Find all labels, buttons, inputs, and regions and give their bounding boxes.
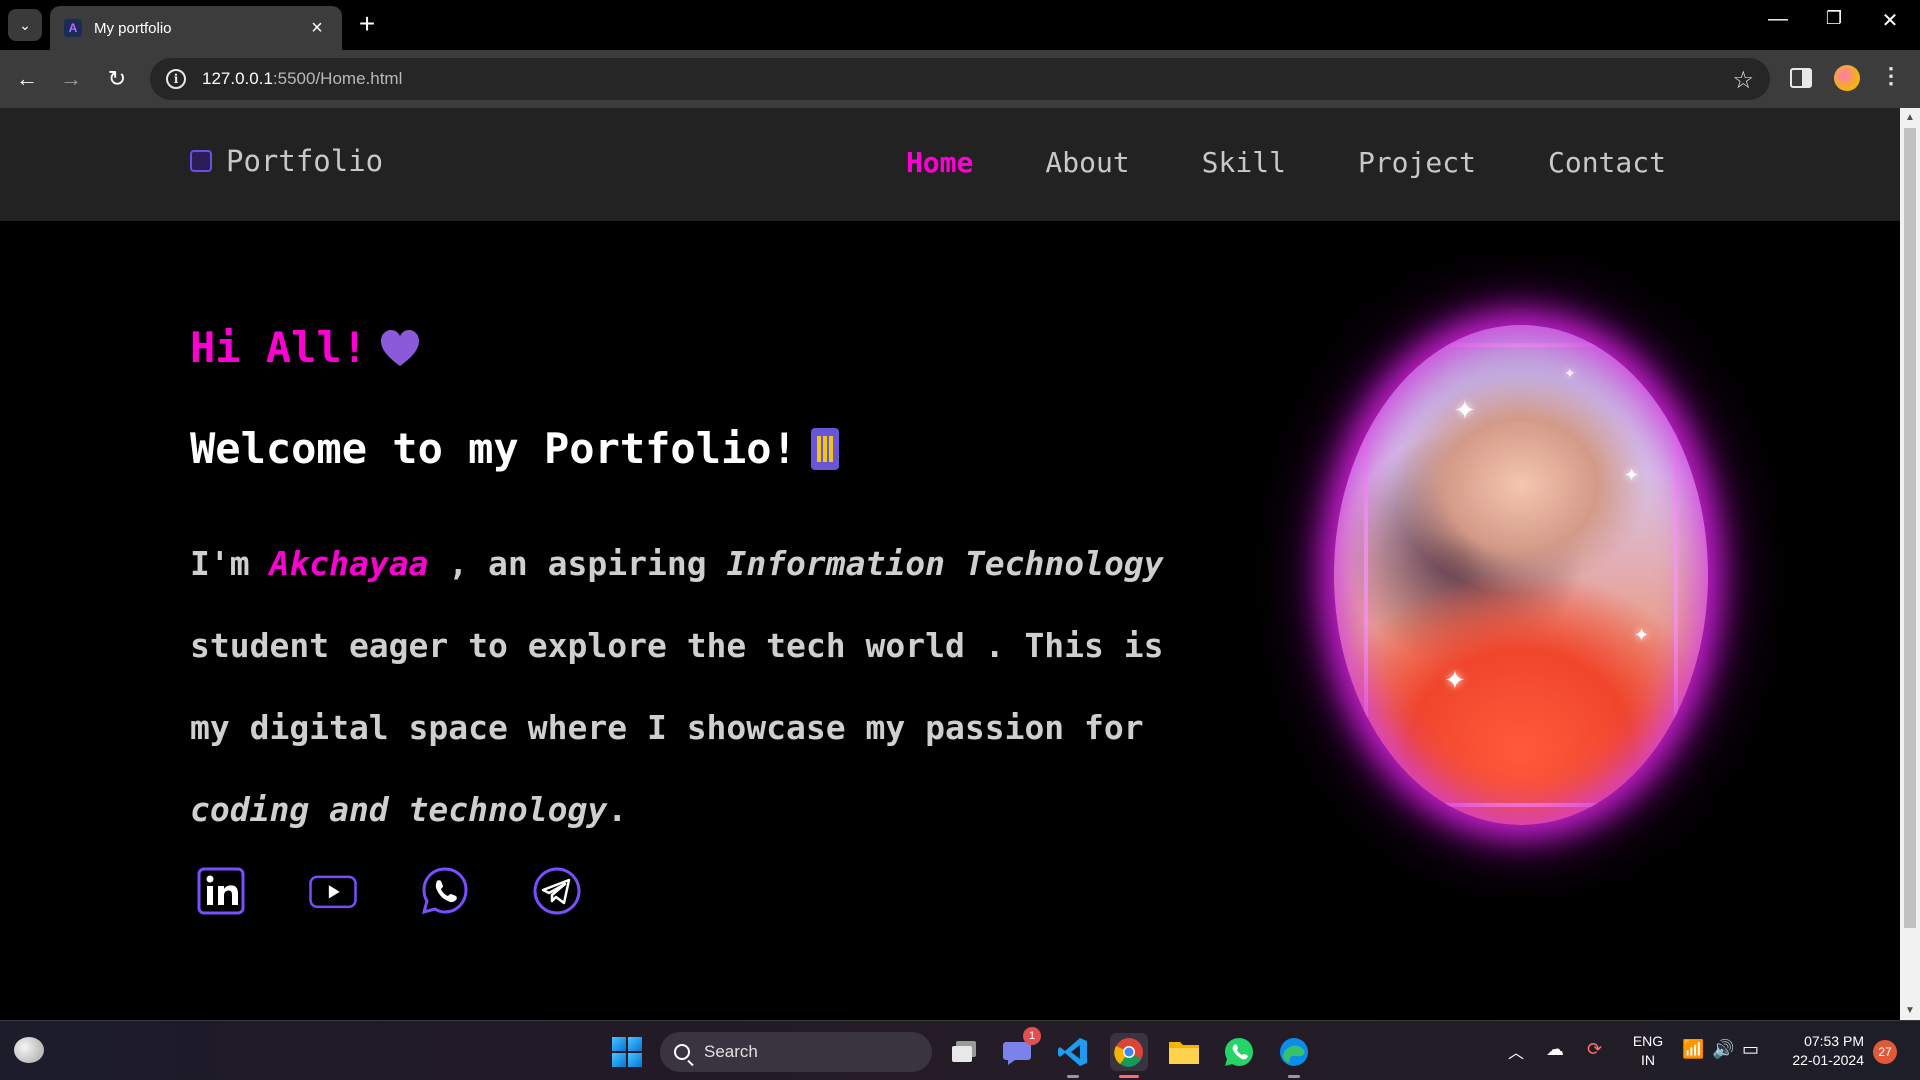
purple-heart-icon — [381, 329, 420, 366]
app-indicator — [1288, 1075, 1300, 1078]
sparkle-icon: ✦ — [1624, 465, 1640, 485]
main-nav: Home About Skill Project Contact — [906, 146, 1666, 179]
welcome-heading: Welcome to my Portfolio! — [190, 424, 1190, 473]
youtube-icon — [309, 875, 357, 909]
language-indicator[interactable]: ENG IN — [1630, 1032, 1666, 1070]
taskbar-search-label: Search — [704, 1042, 758, 1061]
page-scrollbar[interactable]: ▲ ▼ — [1900, 108, 1920, 1020]
telegram-icon — [533, 867, 581, 915]
tray-overflow-icon[interactable]: ︿ — [1508, 1039, 1524, 1063]
telegram-link[interactable] — [532, 865, 582, 917]
reload-icon[interactable]: ↻ — [102, 64, 132, 94]
url-host: 127.0.0.1 — [202, 69, 273, 88]
back-icon[interactable]: ← — [12, 64, 42, 94]
page-viewport: Portfolio Home About Skill Project Conta… — [0, 108, 1900, 1020]
clock[interactable]: 07:53 PM 22-01-2024 — [1780, 1032, 1864, 1070]
clock-time: 07:53 PM — [1804, 1033, 1864, 1049]
chat-badge: 1 — [1023, 1027, 1041, 1045]
linkedin-link[interactable] — [196, 865, 246, 917]
taskbar-search[interactable]: Search — [660, 1032, 932, 1072]
sparkle-icon: ✦ — [1444, 665, 1466, 695]
url-path: :5500/Home.html — [272, 69, 403, 88]
nav-link-project[interactable]: Project — [1358, 146, 1476, 179]
windows-taskbar: Search 1 ︿ ☁ ⟳ ENG IN 📶 🔊 ▭ 07:53 PM 22-… — [0, 1020, 1920, 1080]
start-icon[interactable] — [612, 1037, 642, 1067]
tab-title: My portfolio — [94, 19, 172, 37]
app-indicator — [1067, 1075, 1079, 1078]
nav-link-contact[interactable]: Contact — [1548, 146, 1666, 179]
social-links — [196, 865, 582, 917]
notification-badge[interactable]: 27 — [1873, 1040, 1897, 1064]
welcome-text: Welcome to my Portfolio! — [190, 424, 797, 473]
tab-favicon-icon: A — [64, 19, 82, 37]
restore-icon[interactable]: ❐ — [1814, 8, 1854, 29]
intro-text-2: , an aspiring — [428, 544, 727, 583]
youtube-link[interactable] — [308, 865, 358, 917]
battery-icon[interactable]: ▭ — [1742, 1039, 1759, 1060]
teams-chat-icon[interactable]: 1 — [999, 1027, 1041, 1071]
clock-date: 22-01-2024 — [1792, 1052, 1864, 1068]
browser-tab-strip: ⌄ A My portfolio × + — ❐ ✕ — [0, 0, 1920, 50]
address-bar[interactable]: i 127.0.0.1:5500/Home.html ☆ — [150, 58, 1770, 100]
wifi-icon[interactable]: 📶 — [1682, 1039, 1704, 1060]
tab-search-button[interactable]: ⌄ — [8, 9, 42, 41]
profile-photo: ✦ ✦ ✦ ✦ ✦ — [1334, 325, 1708, 825]
scroll-up-icon[interactable]: ▲ — [1905, 112, 1915, 123]
greeting-heading: Hi All! — [190, 323, 1190, 372]
side-panel-icon[interactable] — [1790, 68, 1812, 88]
sparkle-icon: ✦ — [1634, 625, 1650, 645]
task-view-icon[interactable] — [945, 1033, 983, 1071]
browser-toolbar: ← → ↻ i 127.0.0.1:5500/Home.html ☆ ⋮ — [0, 50, 1920, 108]
intro-end: . — [607, 790, 628, 829]
intro-field: Information Technology — [726, 544, 1164, 583]
vscode-icon[interactable] — [1054, 1033, 1092, 1078]
whatsapp-icon — [421, 867, 468, 915]
close-window-icon[interactable]: ✕ — [1870, 8, 1910, 33]
profile-avatar[interactable] — [1834, 65, 1860, 91]
intro-name: Akchayaa — [269, 544, 429, 583]
nav-link-skill[interactable]: Skill — [1202, 146, 1286, 179]
chrome-icon[interactable] — [1110, 1033, 1148, 1078]
sync-icon[interactable]: ⟳ — [1587, 1039, 1602, 1060]
nav-link-about[interactable]: About — [1045, 146, 1129, 179]
scroll-thumb[interactable] — [1904, 128, 1916, 928]
menu-dots-icon[interactable]: ⋮ — [1880, 63, 1902, 89]
intro-tail: coding and technology — [190, 790, 608, 829]
nav-link-home[interactable]: Home — [906, 146, 973, 179]
file-explorer-icon[interactable] — [1165, 1033, 1203, 1071]
active-tab[interactable]: A My portfolio × — [50, 6, 342, 50]
whatsapp-link[interactable] — [420, 865, 470, 917]
intro-paragraph: I'm Akchayaa , an aspiring Information T… — [190, 523, 1170, 851]
hero-section: Hi All! Welcome to my Portfolio! I'm Akc… — [190, 323, 1190, 851]
site-info-icon[interactable]: i — [166, 69, 186, 89]
intro-text-1: I'm — [190, 544, 270, 583]
whatsapp-app-icon[interactable] — [1220, 1033, 1258, 1071]
tab-close-icon[interactable]: × — [306, 17, 328, 40]
weather-icon[interactable] — [14, 1037, 44, 1063]
sparkle-icon: ✦ — [1454, 395, 1476, 425]
site-logo[interactable]: Portfolio — [190, 144, 383, 178]
app-indicator — [1119, 1075, 1139, 1078]
language-code: ENG — [1632, 1033, 1664, 1049]
minimize-icon[interactable]: — — [1758, 8, 1798, 31]
forward-icon[interactable]: → — [56, 64, 86, 94]
region-code: IN — [1641, 1052, 1655, 1068]
calculator-icon — [810, 427, 839, 470]
greeting-text: Hi All! — [190, 323, 368, 372]
intro-text-3: student eager to explore the tech world … — [190, 626, 1164, 747]
sparkle-icon: ✦ — [1564, 365, 1576, 381]
logo-text: Portfolio — [226, 144, 384, 178]
logo-icon — [190, 150, 212, 172]
bookmark-star-icon[interactable]: ☆ — [1732, 66, 1754, 95]
onedrive-icon[interactable]: ☁ — [1546, 1039, 1564, 1060]
scroll-down-icon[interactable]: ▼ — [1905, 1005, 1915, 1016]
volume-icon[interactable]: 🔊 — [1712, 1039, 1734, 1060]
linkedin-icon — [197, 867, 245, 915]
search-icon — [674, 1044, 690, 1060]
edge-icon[interactable] — [1275, 1033, 1313, 1078]
new-tab-button[interactable]: + — [352, 10, 382, 40]
site-header: Portfolio Home About Skill Project Conta… — [0, 108, 1900, 221]
